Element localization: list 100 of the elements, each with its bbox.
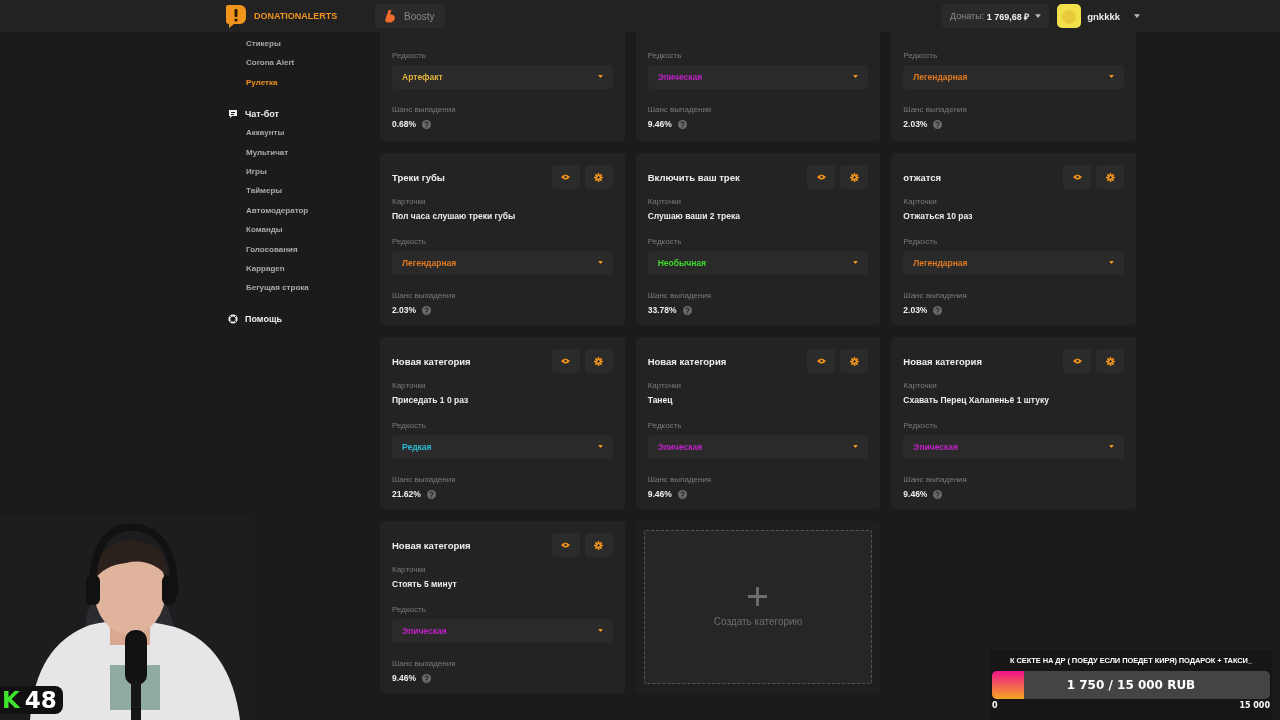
chance-value: 9.46% — [903, 489, 928, 499]
gear-icon — [1105, 172, 1115, 182]
help-icon[interactable] — [933, 305, 943, 315]
settings-button[interactable] — [584, 165, 613, 189]
field-label: Карточки — [647, 381, 683, 390]
field-label: Шанс выпадения — [392, 291, 457, 300]
help-icon[interactable] — [422, 673, 432, 683]
lifebuoy-icon — [228, 314, 238, 325]
sidebar-item[interactable]: Стикеры — [228, 34, 380, 54]
rarity-select[interactable]: Легендарная — [903, 65, 1124, 89]
field-label: Редкость — [903, 51, 939, 60]
eye-icon — [561, 174, 571, 180]
sidebar-item[interactable]: Аккаунты — [228, 123, 380, 143]
chance-value: 2.03% — [903, 305, 928, 315]
score-badge: K 48 — [0, 686, 63, 714]
chance-value: 9.46% — [392, 673, 417, 683]
field-label: Редкость — [647, 421, 683, 430]
card-text: Схавать Перец Халапеньё 1 штуку — [903, 395, 1050, 405]
caret-icon — [597, 445, 603, 448]
rarity-select[interactable]: Редкая — [392, 435, 613, 459]
visibility-button[interactable] — [551, 349, 580, 373]
sidebar-item[interactable]: Голосования — [228, 239, 380, 259]
help-icon[interactable] — [677, 119, 687, 129]
eye-icon — [1072, 174, 1082, 180]
sidebar-item[interactable]: Corona Alert — [228, 53, 380, 73]
eye-icon — [816, 358, 826, 364]
help-icon[interactable] — [677, 489, 687, 499]
visibility-button[interactable] — [1063, 349, 1091, 373]
caret-icon — [1109, 445, 1114, 448]
settings-button[interactable] — [1096, 165, 1124, 189]
field-label: Редкость — [392, 237, 427, 246]
chance-value: 21.62% — [392, 489, 421, 499]
visibility-button[interactable] — [1063, 165, 1091, 189]
chance-value: 2.03% — [903, 119, 928, 129]
card-title: Новая категория — [392, 355, 472, 367]
gear-icon — [849, 356, 859, 366]
logo-icon[interactable] — [225, 4, 247, 28]
user-menu-button[interactable]: gnkkkk — [1081, 10, 1140, 22]
gear-icon — [594, 356, 604, 366]
visibility-button[interactable] — [551, 165, 580, 189]
card-title: Включить ваш трек — [647, 171, 741, 183]
help-icon[interactable] — [422, 305, 432, 315]
sidebar-item[interactable]: Рулетка — [228, 72, 380, 93]
chance-value: 2.03% — [392, 305, 417, 315]
chance-value: 0.68% — [392, 119, 417, 129]
visibility-button[interactable] — [807, 349, 836, 373]
field-label: Редкость — [903, 421, 939, 430]
field-label: Шанс выпадения — [647, 105, 713, 114]
sidebar-section[interactable]: Чат-бот — [228, 104, 380, 124]
settings-button[interactable] — [840, 349, 869, 373]
field-label: Шанс выпадения — [903, 475, 968, 484]
help-icon[interactable] — [426, 489, 436, 499]
visibility-button[interactable] — [807, 165, 836, 189]
sidebar-item[interactable]: Бегущая строка — [228, 278, 380, 298]
field-label: Шанс выпадения — [392, 659, 457, 668]
rarity-select[interactable]: Артефакт — [392, 65, 613, 89]
field-label: Редкость — [392, 605, 427, 614]
sidebar-item[interactable]: Автомодератор — [228, 200, 380, 221]
help-icon[interactable] — [933, 489, 943, 499]
caret-icon — [597, 75, 603, 78]
help-icon[interactable] — [422, 119, 432, 129]
card-text: Стоять 5 минут — [392, 579, 458, 589]
avatar[interactable] — [1057, 4, 1082, 28]
field-label: Карточки — [903, 381, 938, 390]
caret-icon — [1035, 14, 1042, 18]
sidebar-item[interactable]: Игры — [228, 161, 380, 182]
field-label: Редкость — [647, 51, 683, 60]
field-label: Редкость — [392, 421, 427, 430]
donations-button[interactable]: Донаты: 1 769,68 ₽ — [942, 4, 1050, 28]
logo-text[interactable]: DONATIONALERTS — [254, 11, 338, 21]
visibility-button[interactable] — [551, 533, 580, 557]
caret-icon — [597, 261, 603, 264]
settings-button[interactable] — [840, 165, 869, 189]
gear-icon — [849, 172, 859, 182]
help-icon[interactable] — [682, 305, 692, 315]
sidebar-item[interactable]: Мультичат — [228, 142, 380, 162]
card-title: отжатся — [903, 171, 943, 183]
field-label: Редкость — [392, 51, 427, 60]
help-icon[interactable] — [933, 119, 943, 129]
sidebar-item[interactable]: Команды — [228, 220, 380, 240]
settings-button[interactable] — [584, 533, 613, 557]
field-label: Шанс выпадения — [392, 105, 457, 114]
boosty-tab[interactable]: Boosty — [375, 4, 445, 28]
caret-icon — [597, 629, 603, 632]
sidebar-item[interactable]: Kappagen — [228, 258, 380, 279]
card-text: Слушаю ваши 2 трека — [647, 211, 741, 221]
caret-icon — [1134, 14, 1140, 18]
rarity-select[interactable]: Необычная — [647, 251, 869, 275]
card-text: Пол часа слушаю треки губы — [392, 211, 517, 221]
sidebar-item[interactable]: Таймеры — [228, 181, 380, 201]
field-label: Шанс выпадения — [903, 105, 968, 114]
settings-button[interactable] — [1096, 349, 1124, 373]
sidebar-section[interactable]: Помощь — [228, 309, 380, 329]
caret-icon — [853, 261, 859, 264]
settings-button[interactable] — [584, 349, 613, 373]
field-label: Шанс выпадения — [392, 475, 457, 484]
rarity-select[interactable]: Легендарная — [903, 251, 1124, 275]
card-title: Новая категория — [647, 355, 728, 367]
rarity-select[interactable]: Легендарная — [392, 251, 613, 275]
field-label: Карточки — [392, 197, 427, 206]
